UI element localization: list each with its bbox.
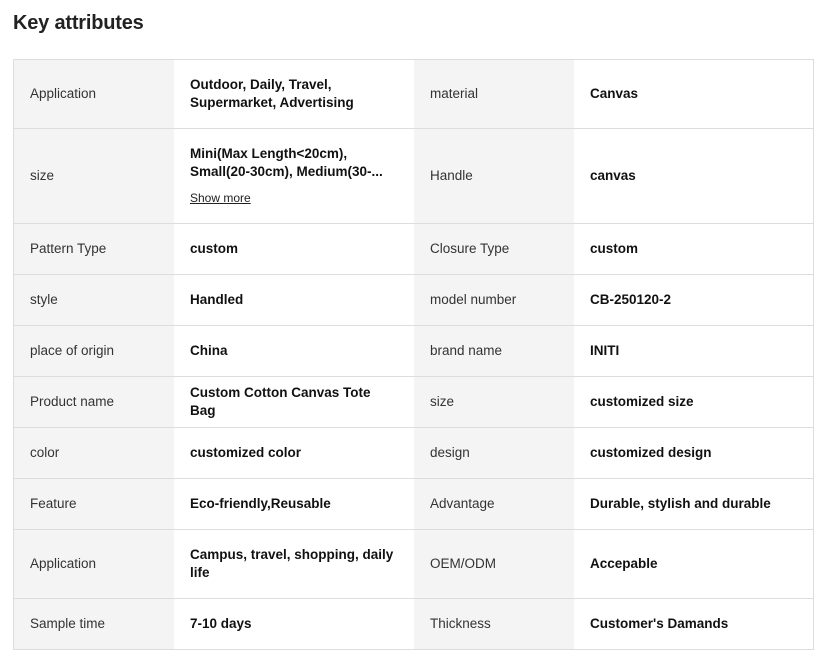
attribute-key: Feature bbox=[13, 478, 174, 530]
attribute-key: Pattern Type bbox=[13, 223, 174, 275]
attribute-value: Canvas bbox=[574, 59, 814, 129]
attribute-key: size bbox=[13, 128, 174, 224]
attribute-key: OEM/ODM bbox=[414, 529, 574, 599]
attribute-key: color bbox=[13, 427, 174, 479]
key-attributes-table: Application Outdoor, Daily, Travel, Supe… bbox=[13, 59, 814, 650]
attribute-key: Sample time bbox=[13, 598, 174, 650]
attribute-key: Handle bbox=[414, 128, 574, 224]
attribute-key: brand name bbox=[414, 325, 574, 377]
table-row: Application Campus, travel, shopping, da… bbox=[13, 529, 814, 599]
attribute-key: Thickness bbox=[414, 598, 574, 650]
attribute-key: Product name bbox=[13, 376, 174, 428]
attribute-value: custom bbox=[174, 223, 414, 275]
table-row: Pattern Type custom Closure Type custom bbox=[13, 223, 814, 275]
attribute-value: Durable, stylish and durable bbox=[574, 478, 814, 530]
attribute-key: Advantage bbox=[414, 478, 574, 530]
attribute-key: style bbox=[13, 274, 174, 326]
table-row: style Handled model number CB-250120-2 bbox=[13, 274, 814, 326]
attribute-key: model number bbox=[414, 274, 574, 326]
attribute-key: place of origin bbox=[13, 325, 174, 377]
table-row: Sample time 7-10 days Thickness Customer… bbox=[13, 598, 814, 650]
attribute-key: Application bbox=[13, 529, 174, 599]
attribute-value: China bbox=[174, 325, 414, 377]
attribute-key: Application bbox=[13, 59, 174, 129]
attribute-value: canvas bbox=[574, 128, 814, 224]
attribute-value: Accepable bbox=[574, 529, 814, 599]
table-row: Product name Custom Cotton Canvas Tote B… bbox=[13, 376, 814, 428]
attribute-value: customized design bbox=[574, 427, 814, 479]
attribute-value: customized size bbox=[574, 376, 814, 428]
attribute-value-cell: Mini(Max Length<20cm), Small(20-30cm), M… bbox=[174, 128, 414, 224]
section-title: Key attributes bbox=[13, 12, 144, 34]
show-more-link[interactable]: Show more bbox=[190, 189, 251, 207]
attribute-value: Handled bbox=[174, 274, 414, 326]
attribute-value: Mini(Max Length<20cm), Small(20-30cm), M… bbox=[190, 146, 383, 179]
attribute-key: Closure Type bbox=[414, 223, 574, 275]
table-row: place of origin China brand name INITI bbox=[13, 325, 814, 377]
attribute-value: Custom Cotton Canvas Tote Bag bbox=[174, 376, 414, 428]
table-row: color customized color design customized… bbox=[13, 427, 814, 479]
attribute-value: customized color bbox=[174, 427, 414, 479]
attribute-key: design bbox=[414, 427, 574, 479]
attribute-value: custom bbox=[574, 223, 814, 275]
attribute-value: Customer's Damands bbox=[574, 598, 814, 650]
table-row: size Mini(Max Length<20cm), Small(20-30c… bbox=[13, 128, 814, 224]
attribute-value: INITI bbox=[574, 325, 814, 377]
attribute-key: size bbox=[414, 376, 574, 428]
attribute-value: Outdoor, Daily, Travel, Supermarket, Adv… bbox=[174, 59, 414, 129]
attribute-key: material bbox=[414, 59, 574, 129]
attribute-value: 7-10 days bbox=[174, 598, 414, 650]
table-row: Feature Eco-friendly,Reusable Advantage … bbox=[13, 478, 814, 530]
table-row: Application Outdoor, Daily, Travel, Supe… bbox=[13, 59, 814, 129]
attribute-value: Eco-friendly,Reusable bbox=[174, 478, 414, 530]
attribute-value: CB-250120-2 bbox=[574, 274, 814, 326]
attribute-value: Campus, travel, shopping, daily life bbox=[174, 529, 414, 599]
